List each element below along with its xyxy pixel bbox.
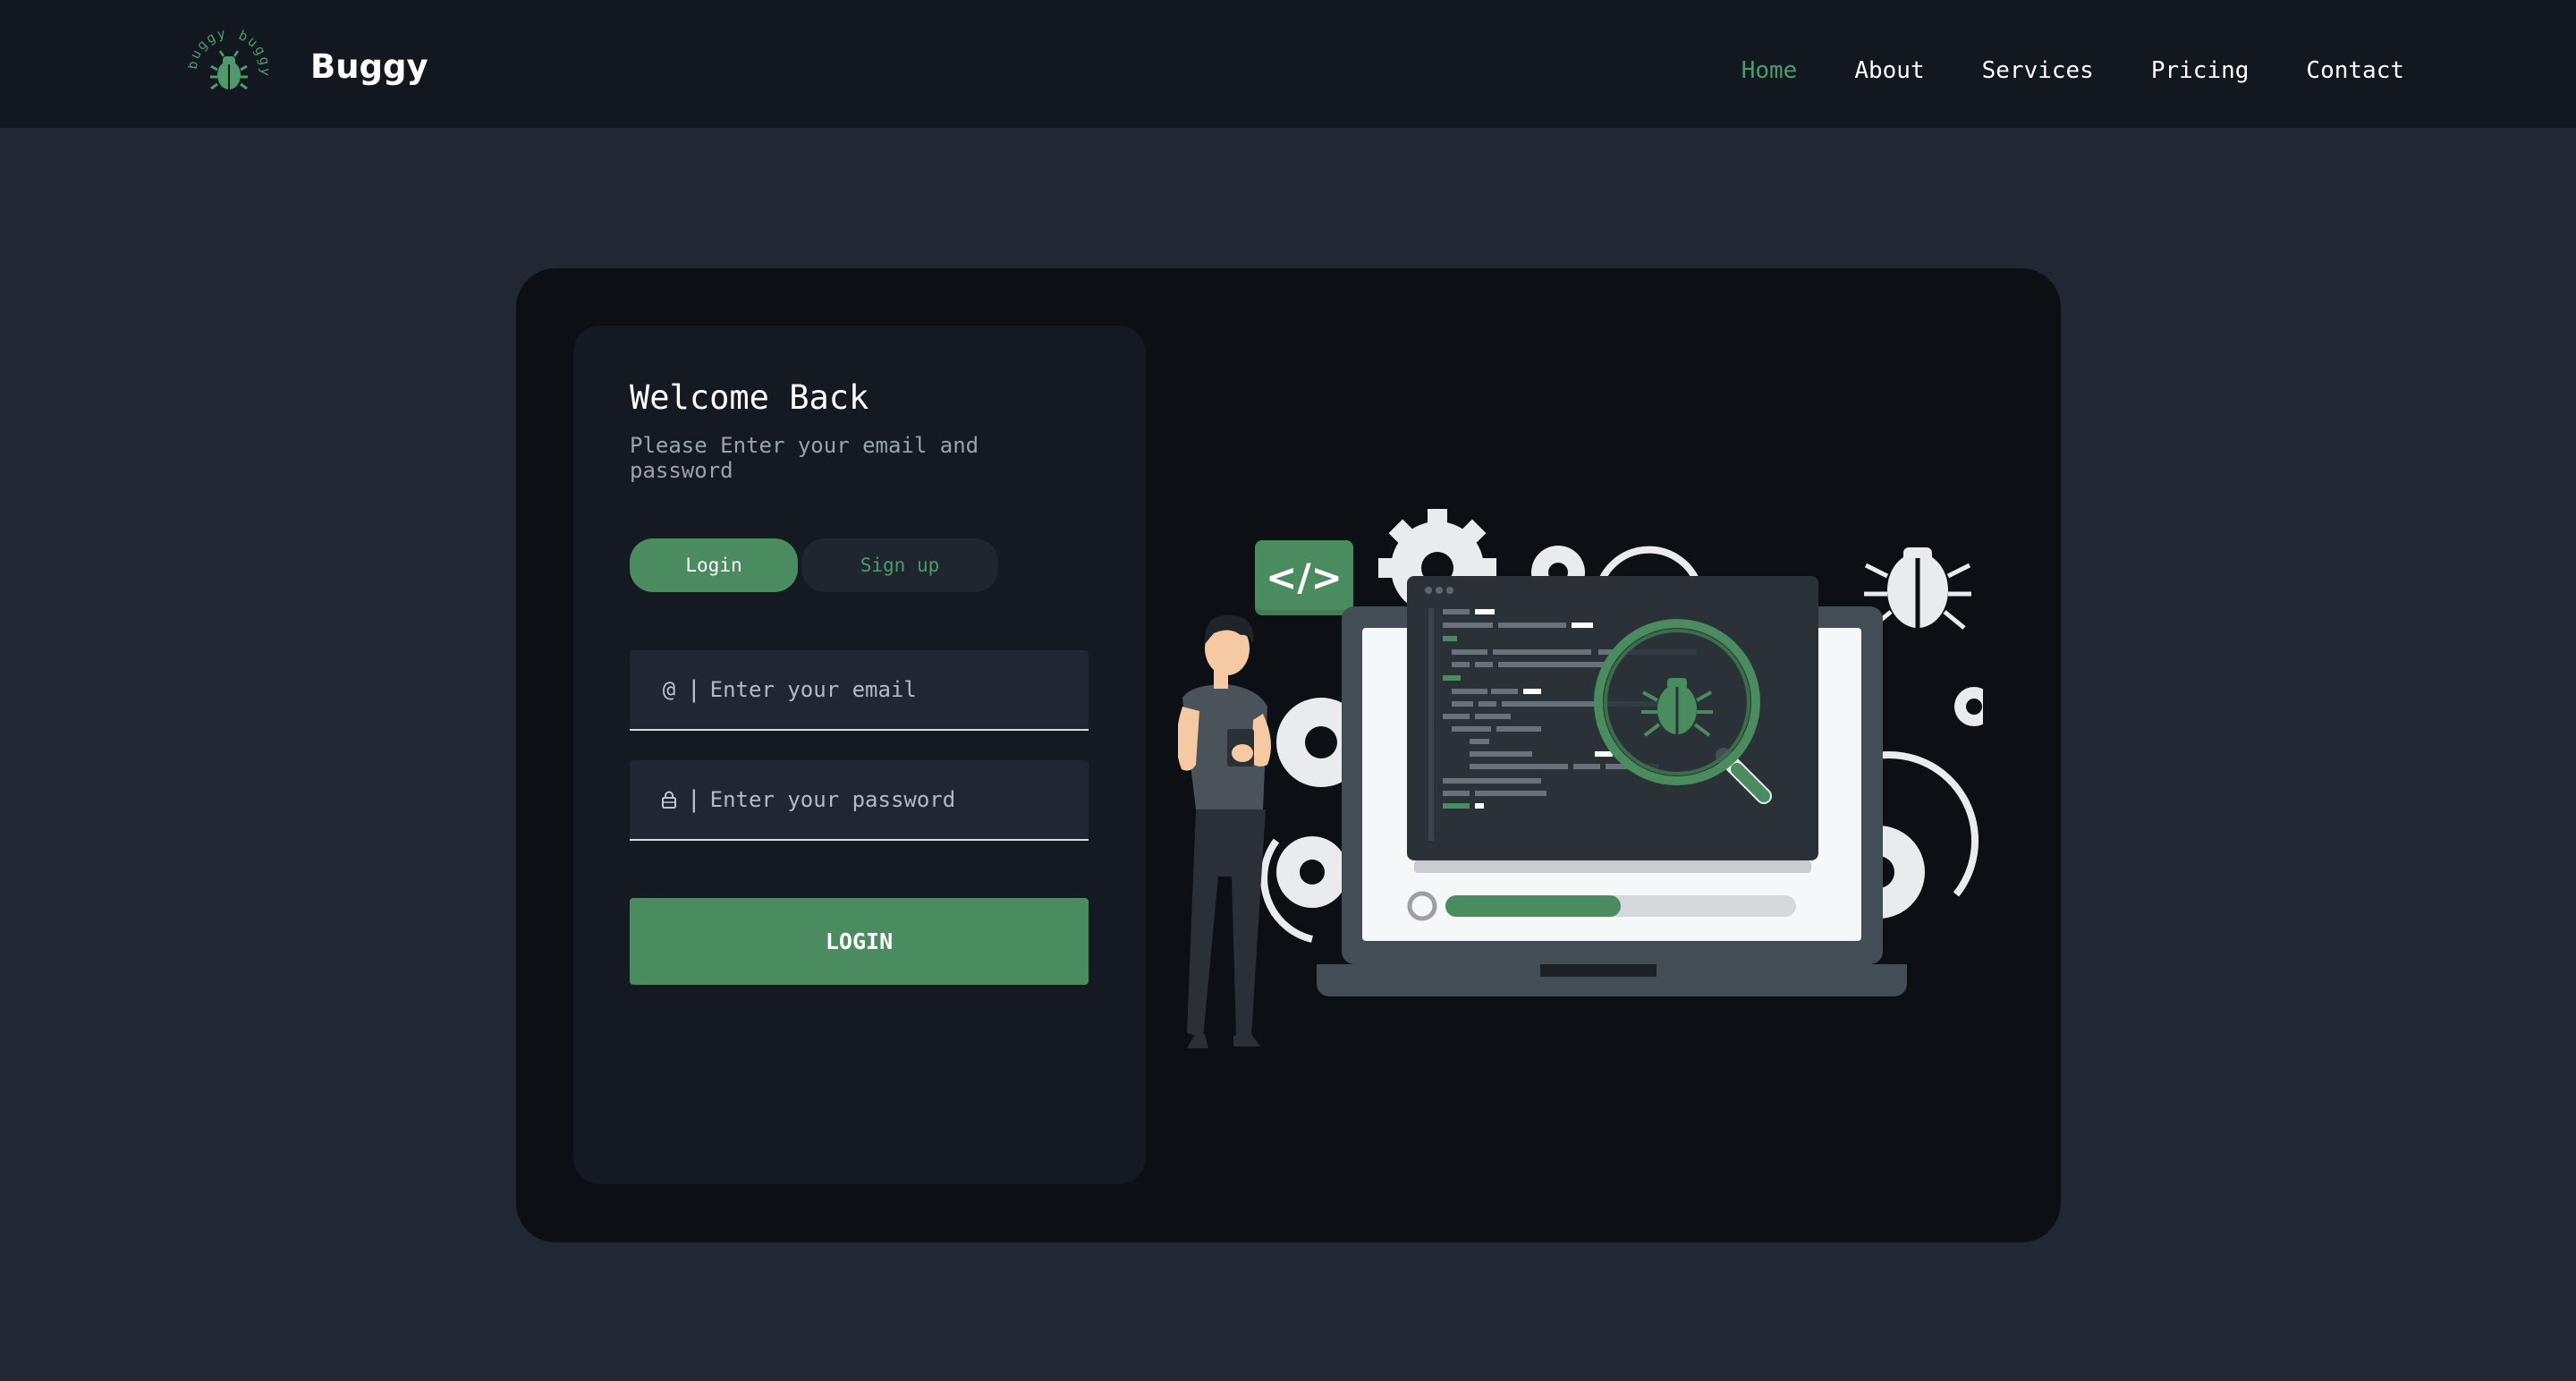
welcome-subtitle: Please Enter your email and password (630, 433, 979, 483)
at-icon: @ (662, 677, 676, 702)
field-separator: | (687, 676, 701, 703)
bug-icon (210, 50, 248, 90)
top-navbar: buggy buggy Buggy Home About Services Pr… (0, 0, 2576, 128)
gear-icon (1276, 836, 1348, 908)
nav-contact[interactable]: Contact (2306, 59, 2404, 82)
debugging-illustration: </> (1178, 509, 1983, 1048)
nav-services[interactable]: Services (1982, 59, 2094, 82)
login-button[interactable]: LOGIN (630, 898, 1089, 985)
code-icon: </> (1266, 555, 1343, 599)
password-input[interactable] (709, 787, 1068, 812)
main-nav: Home About Services Pricing Contact (1741, 59, 2404, 82)
field-separator: | (687, 786, 701, 813)
welcome-title: Welcome Back (630, 378, 869, 417)
password-field[interactable]: | (630, 760, 1089, 841)
brand-name[interactable]: Buggy (310, 50, 428, 83)
nav-home[interactable]: Home (1741, 59, 1798, 82)
email-input[interactable] (709, 677, 1068, 702)
buggy-logo[interactable]: buggy buggy (188, 29, 270, 111)
email-field[interactable]: @ | (630, 650, 1089, 731)
tab-signup[interactable]: Sign up (801, 538, 998, 592)
progress-fill (1445, 895, 1621, 917)
gear-icon (1954, 687, 1983, 726)
auth-card: Welcome Back Please Enter your email and… (516, 268, 2061, 1242)
nav-about[interactable]: About (1854, 59, 1924, 82)
login-form-panel: Welcome Back Please Enter your email and… (573, 326, 1146, 1184)
nav-pricing[interactable]: Pricing (2151, 59, 2250, 82)
person-figure (1178, 614, 1271, 1048)
code-badge: </> (1255, 540, 1353, 615)
tab-login[interactable]: Login (630, 538, 798, 592)
lock-icon (660, 791, 678, 809)
